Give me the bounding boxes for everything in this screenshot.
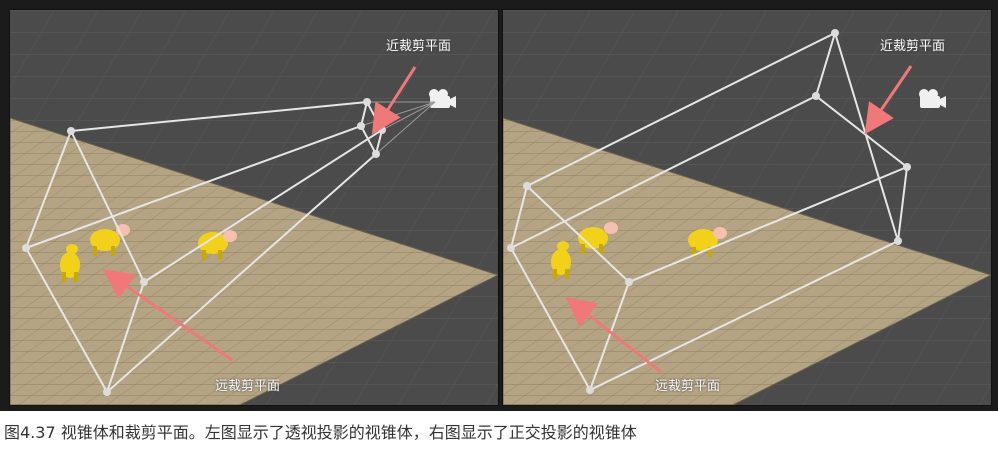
near-plane-label: 近裁剪平面 [386, 39, 452, 54]
far-plane-label: 远裁剪平面 [655, 379, 721, 394]
near-plane-label: 近裁剪平面 [880, 39, 946, 54]
far-plane-label: 远裁剪平面 [215, 379, 281, 394]
perspective-frustum-panel: 近裁剪平面 远裁剪平面 [9, 9, 499, 406]
perspective-scene [10, 10, 498, 405]
orthographic-scene [503, 10, 991, 405]
figure-caption: 图4.37 视锥体和裁剪平面。左图显示了透视投影的视锥体，右图显示了正交投影的视… [0, 411, 998, 454]
orthographic-frustum-panel: 近裁剪平面 远裁剪平面 [502, 9, 992, 406]
